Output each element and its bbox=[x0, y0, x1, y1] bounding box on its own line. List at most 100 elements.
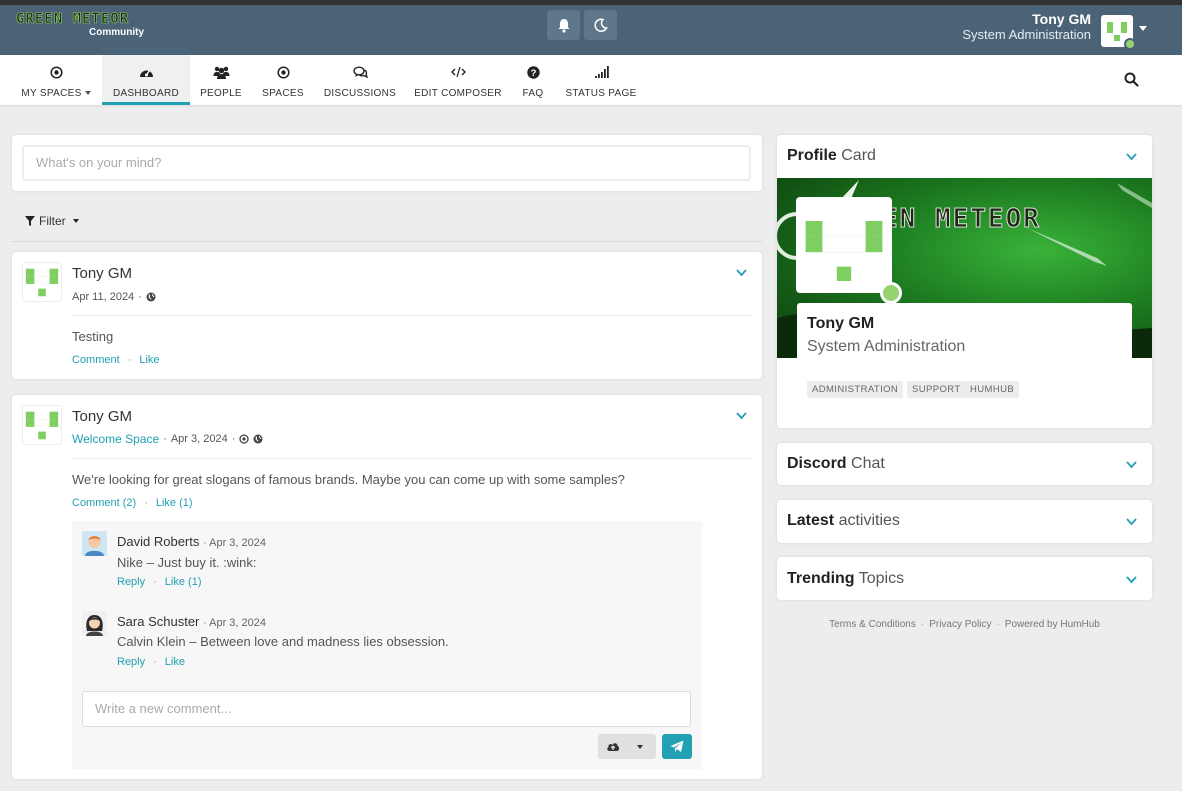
post-author-avatar[interactable] bbox=[22, 405, 62, 445]
caret-down-icon bbox=[84, 91, 91, 96]
signal-icon bbox=[594, 66, 609, 78]
comment-date[interactable]: Apr 3, 2024 bbox=[209, 617, 266, 629]
male-avatar-icon bbox=[82, 531, 107, 556]
terms-link[interactable]: Terms & Conditions bbox=[829, 619, 916, 630]
nav-status-page[interactable]: STATUS PAGE bbox=[563, 55, 639, 105]
meta-separator: · bbox=[231, 433, 236, 445]
nav-discussions[interactable]: DISCUSSIONS bbox=[322, 55, 398, 105]
comment-author-avatar[interactable] bbox=[82, 531, 107, 556]
post-space-link[interactable]: Welcome Space bbox=[72, 432, 159, 446]
current-user-name[interactable]: Tony GM bbox=[1032, 11, 1091, 27]
comment-text: Calvin Klein – Between love and madness … bbox=[117, 634, 449, 649]
nav-label: DISCUSSIONS bbox=[323, 88, 397, 99]
reply-link[interactable]: Reply bbox=[117, 656, 145, 668]
avatar-pattern-icon bbox=[25, 268, 59, 297]
nav-label: SPACES bbox=[262, 88, 304, 99]
post-actions: Comment (2) · Like (1) bbox=[72, 497, 193, 509]
search-button[interactable] bbox=[1124, 72, 1139, 90]
nav-label: PEOPLE bbox=[200, 88, 242, 99]
online-status-indicator bbox=[880, 282, 902, 304]
post-date[interactable]: Apr 3, 2024 bbox=[171, 433, 228, 445]
profile-name[interactable]: Tony GM bbox=[807, 315, 874, 333]
action-separator: · bbox=[144, 497, 148, 509]
banner-logo-text: EN METEOR bbox=[882, 204, 1041, 235]
logo-text: GREEN METEOR bbox=[16, 11, 130, 27]
like-link[interactable]: Like bbox=[139, 354, 159, 366]
notifications-button[interactable] bbox=[547, 10, 580, 40]
post-author-name[interactable]: Tony GM bbox=[72, 408, 132, 425]
comment-author-name[interactable]: David Roberts bbox=[117, 534, 199, 549]
nav-faq[interactable]: ? FAQ bbox=[515, 55, 551, 105]
site-logo[interactable]: GREEN METEOR Community bbox=[16, 12, 148, 38]
meta-separator: · bbox=[163, 433, 167, 445]
comment-text: Nike – Just buy it. :wink: bbox=[117, 555, 257, 570]
comment-author-name[interactable]: Sara Schuster bbox=[117, 614, 199, 629]
page-footer: Terms & Conditions · Privacy Policy · Powere… bbox=[829, 619, 1100, 630]
nav-people[interactable]: PEOPLE bbox=[195, 55, 247, 105]
profile-tag[interactable]: ADMINISTRATION bbox=[807, 381, 904, 398]
panel-title-rest: Card bbox=[841, 147, 876, 164]
post-text: Testing bbox=[72, 329, 114, 344]
meta-separator: · bbox=[138, 291, 142, 303]
profile-tag[interactable]: SUPPORT bbox=[907, 381, 966, 398]
comment-actions: Reply · Like (1) bbox=[117, 576, 201, 588]
caret-down-icon bbox=[72, 219, 79, 223]
filter-divider bbox=[12, 241, 762, 242]
nav-dashboard[interactable]: DASHBOARD bbox=[102, 55, 190, 105]
comments-icon bbox=[352, 66, 368, 78]
chevron-down-icon[interactable] bbox=[1126, 461, 1137, 469]
logo-subtitle: Community bbox=[89, 27, 144, 38]
users-icon bbox=[213, 66, 229, 79]
chevron-down-icon[interactable] bbox=[736, 269, 747, 277]
chevron-down-icon[interactable] bbox=[736, 412, 747, 420]
nav-label: DASHBOARD bbox=[112, 88, 180, 99]
powered-by-link[interactable]: Powered by HumHub bbox=[1005, 619, 1100, 630]
dot-circle-icon bbox=[49, 65, 63, 79]
privacy-link[interactable]: Privacy Policy bbox=[929, 619, 991, 630]
comment-like-link[interactable]: Like (1) bbox=[165, 576, 202, 588]
discord-chat-title: Discord Chat bbox=[787, 455, 885, 473]
current-user-role: System Administration bbox=[962, 27, 1091, 42]
post-meta: Apr 11, 2024 · bbox=[72, 291, 156, 303]
nav-label: MY SPACES bbox=[21, 88, 82, 99]
comment-date[interactable]: Apr 3, 2024 bbox=[209, 537, 266, 549]
nav-my-spaces[interactable]: MY SPACES bbox=[14, 55, 98, 105]
reply-link[interactable]: Reply bbox=[117, 576, 145, 588]
avatar-pattern-icon bbox=[805, 221, 883, 281]
new-comment-input[interactable]: Write a new comment... bbox=[82, 691, 691, 727]
caret-down-icon[interactable] bbox=[637, 744, 643, 749]
comment-link[interactable]: Comment bbox=[72, 354, 120, 366]
chevron-down-icon[interactable] bbox=[1126, 153, 1137, 161]
post-composer-input[interactable]: What's on your mind? bbox=[22, 145, 751, 181]
post-divider bbox=[72, 315, 752, 316]
profile-tag[interactable]: HUMHUB bbox=[965, 381, 1020, 398]
profile-avatar[interactable] bbox=[796, 197, 892, 293]
action-separator: · bbox=[153, 656, 157, 668]
filter-label: Filter bbox=[39, 214, 66, 228]
panel-title-bold: Latest bbox=[787, 512, 835, 529]
profile-role: System Administration bbox=[807, 338, 966, 355]
comment-actions: Reply · Like bbox=[117, 656, 185, 668]
stream-filter-button[interactable]: Filter bbox=[25, 214, 79, 228]
nav-label: FAQ bbox=[522, 88, 544, 99]
question-circle-icon: ? bbox=[526, 65, 540, 79]
upload-button[interactable] bbox=[598, 734, 656, 759]
send-comment-button[interactable] bbox=[662, 734, 692, 759]
post-author-name[interactable]: Tony GM bbox=[72, 265, 132, 282]
nav-spaces[interactable]: SPACES bbox=[257, 55, 309, 105]
moon-icon bbox=[593, 18, 608, 32]
user-menu-caret-icon[interactable] bbox=[1139, 26, 1147, 31]
post-author-avatar[interactable] bbox=[22, 262, 62, 302]
dark-mode-button[interactable] bbox=[584, 10, 617, 40]
comment-like-link[interactable]: Like bbox=[165, 656, 185, 668]
female-avatar-icon bbox=[82, 611, 107, 636]
bell-icon bbox=[558, 18, 569, 33]
nav-edit-composer[interactable]: EDIT COMPOSER bbox=[413, 55, 503, 105]
comment-link[interactable]: Comment (2) bbox=[72, 497, 136, 509]
comment-author-avatar[interactable] bbox=[82, 611, 107, 636]
action-separator: · bbox=[153, 576, 157, 588]
post-date[interactable]: Apr 11, 2024 bbox=[72, 291, 134, 303]
chevron-down-icon[interactable] bbox=[1126, 576, 1137, 584]
chevron-down-icon[interactable] bbox=[1126, 518, 1137, 526]
like-link[interactable]: Like (1) bbox=[156, 497, 193, 509]
